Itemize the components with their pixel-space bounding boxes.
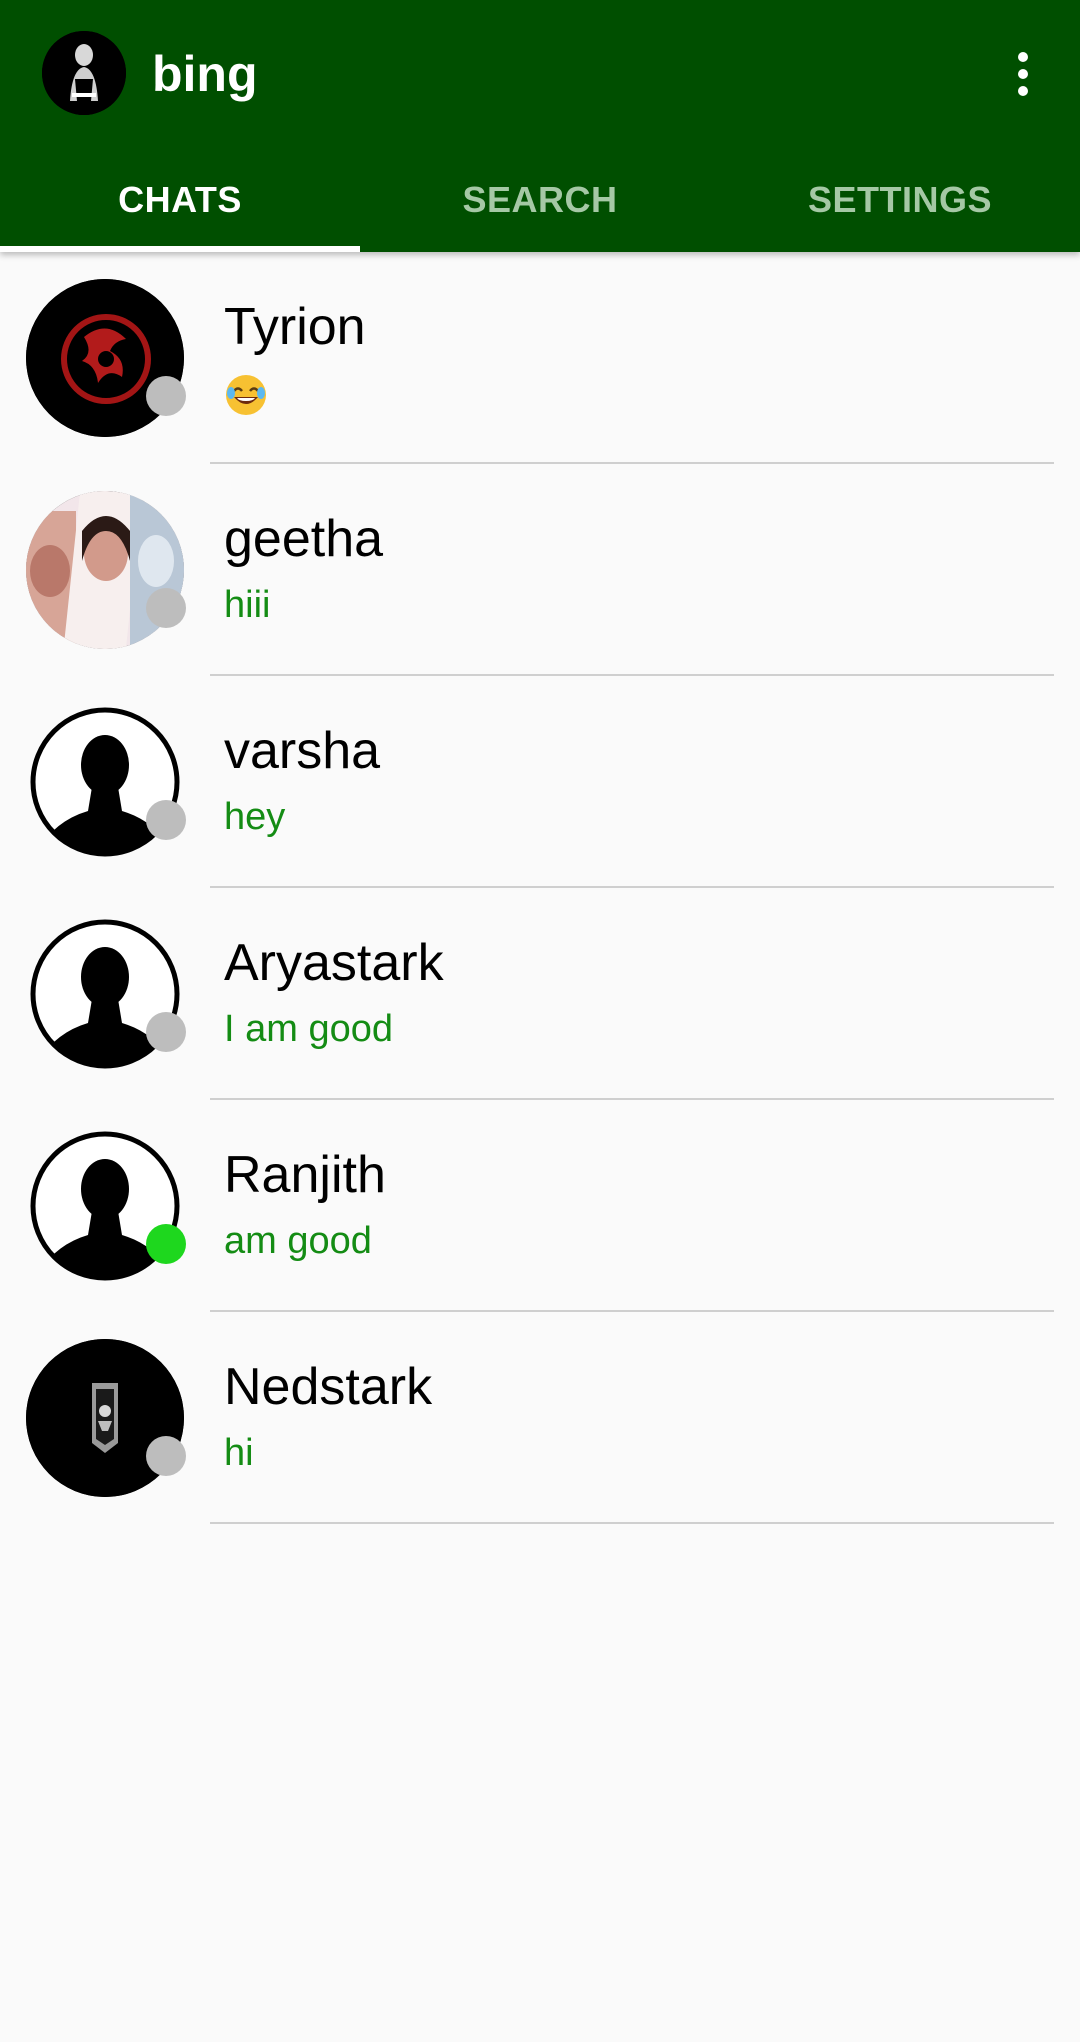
last-message: I am good — [224, 1008, 393, 1050]
tab-search[interactable]: SEARCH — [360, 160, 720, 252]
menu-dot — [1018, 69, 1028, 79]
chat-item-aryastark[interactable]: Aryastark I am good — [0, 888, 1080, 1100]
last-message: am good — [224, 1220, 372, 1262]
last-message — [224, 370, 268, 417]
offline-status-dot — [146, 588, 186, 628]
contact-name: Tyrion — [224, 298, 366, 356]
tab-bar: CHATS SEARCH SETTINGS — [0, 160, 1080, 252]
contact-name: Ranjith — [224, 1146, 386, 1204]
online-status-dot — [146, 1224, 186, 1264]
last-message: hey — [224, 796, 286, 838]
face-with-tears-of-joy-emoji — [226, 374, 266, 415]
last-message: hiii — [224, 584, 271, 626]
chat-item-varsha[interactable]: varsha hey — [0, 676, 1080, 888]
contact-name: varsha — [224, 722, 381, 780]
chat-list: Tyrion geetha hiii varsha hey Aryastark … — [0, 252, 1080, 1524]
offline-status-dot — [146, 800, 186, 840]
last-message: hi — [224, 1432, 254, 1474]
contact-name: geetha — [224, 510, 384, 568]
contact-name: Aryastark — [224, 934, 444, 992]
app-title: bing — [152, 46, 258, 102]
menu-dot — [1018, 86, 1028, 96]
profile-avatar-image — [42, 31, 126, 115]
tab-settings[interactable]: SETTINGS — [720, 160, 1080, 252]
app-bar: bing CHATS SEARCH SETTINGS — [0, 0, 1080, 252]
more-vert-icon[interactable] — [1000, 44, 1046, 104]
offline-status-dot — [146, 376, 186, 416]
chat-item-tyrion[interactable]: Tyrion — [0, 252, 1080, 464]
row-divider — [210, 1522, 1054, 1524]
menu-dot — [1018, 52, 1028, 62]
profile-avatar[interactable] — [42, 31, 126, 115]
chat-item-nedstark[interactable]: Nedstark hi — [0, 1312, 1080, 1524]
offline-status-dot — [146, 1436, 186, 1476]
chat-item-ranjith[interactable]: Ranjith am good — [0, 1100, 1080, 1312]
chat-item-geetha[interactable]: geetha hiii — [0, 464, 1080, 676]
offline-status-dot — [146, 1012, 186, 1052]
contact-name: Nedstark — [224, 1358, 433, 1416]
tab-chats[interactable]: CHATS — [0, 160, 360, 252]
